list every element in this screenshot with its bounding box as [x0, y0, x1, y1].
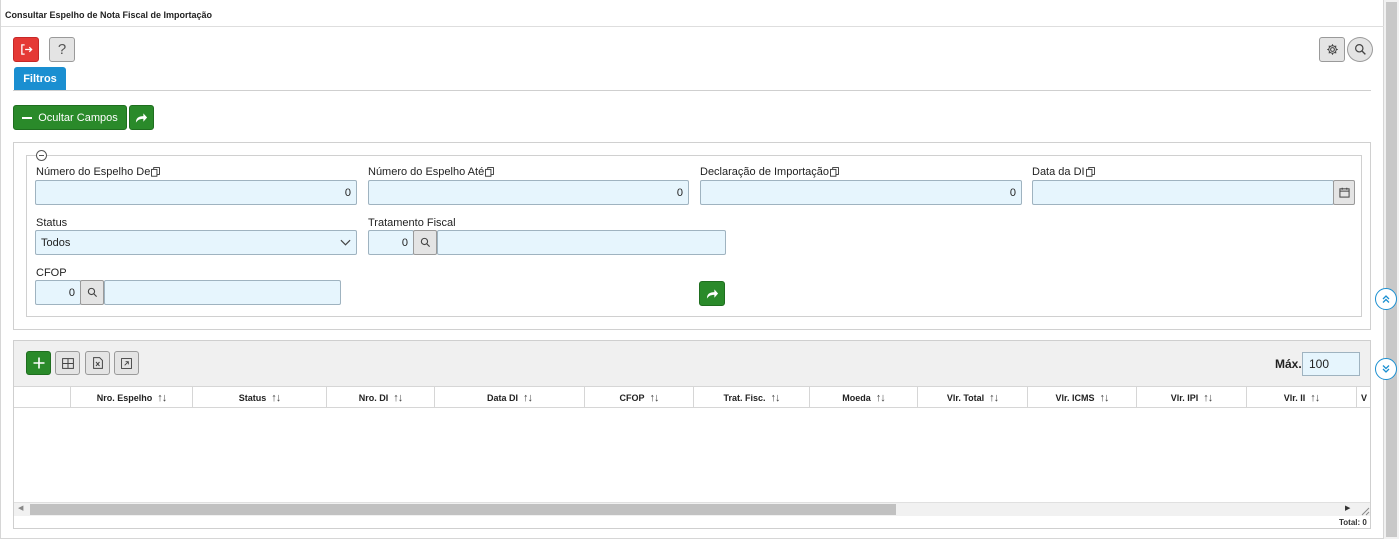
status-value: Todos	[41, 236, 71, 249]
sort-icon: ↑↓	[770, 391, 781, 404]
numero-espelho-ate-input[interactable]: 0	[368, 180, 689, 205]
copy-icon[interactable]	[151, 167, 161, 177]
tratamento-fiscal-search-button[interactable]	[413, 230, 437, 255]
column-header-moeda[interactable]: Moeda ↑↓	[810, 387, 918, 407]
cfop-search-button[interactable]	[80, 280, 104, 305]
column-header-vlr-icms[interactable]: Vlr. ICMS ↑↓	[1028, 387, 1137, 407]
horizontal-scroll-thumb[interactable]	[30, 504, 896, 515]
double-chevron-down-icon	[1382, 365, 1390, 373]
column-header-trat-fisc[interactable]: Trat. Fisc. ↑↓	[694, 387, 810, 407]
cfop-code-input[interactable]: 0	[35, 280, 81, 305]
column-header-nro-espelho[interactable]: Nro. Espelho ↑↓	[71, 387, 193, 407]
sort-icon: ↑↓	[393, 391, 403, 404]
export-excel-button[interactable]	[85, 351, 110, 375]
status-label: Status	[36, 217, 68, 229]
select-column-header	[14, 387, 71, 407]
sort-icon: ↑↓	[649, 391, 660, 404]
max-rows-input[interactable]: 100	[1302, 352, 1360, 376]
cfop-description[interactable]	[104, 280, 341, 305]
sort-icon: ↑↓	[271, 391, 281, 404]
tab-divider	[13, 90, 1371, 91]
grid-header: Nro. Espelho ↑↓ Status ↑↓ Nro. DI ↑↓ Data D…	[14, 387, 1370, 408]
title-divider	[1, 26, 1384, 27]
data-di-input[interactable]	[1032, 180, 1334, 205]
column-header-partial[interactable]: V	[1357, 387, 1370, 407]
grid-toolbar	[14, 341, 1370, 387]
cfop-label: CFOP	[36, 267, 67, 279]
tab-filtros[interactable]: Filtros	[14, 67, 66, 90]
numero-espelho-de-label: Número do Espelho De	[36, 166, 161, 178]
column-header-cfop[interactable]: CFOP ↑↓	[585, 387, 694, 407]
plus-icon	[33, 357, 44, 369]
scroll-bottom-button[interactable]	[1375, 358, 1397, 380]
column-header-vlr-total[interactable]: Vlr. Total ↑↓	[918, 387, 1028, 407]
double-chevron-up-icon	[1382, 295, 1390, 303]
help-button[interactable]: ?	[49, 37, 75, 62]
add-button[interactable]	[26, 351, 51, 375]
column-header-data-di[interactable]: Data DI ↑↓	[435, 387, 585, 407]
settings-button[interactable]	[1319, 37, 1345, 62]
sort-icon: ↑↓	[1099, 391, 1110, 404]
window-title: Consultar Espelho de Nota Fiscal de Impo…	[5, 10, 213, 20]
grid-columns-icon	[61, 357, 74, 369]
search-button[interactable]	[1347, 37, 1373, 62]
help-icon: ?	[57, 41, 67, 58]
declaracao-importacao-label: Declaração de Importação	[700, 166, 839, 178]
total-count: Total: 0	[1339, 518, 1367, 527]
columns-button[interactable]	[55, 351, 80, 375]
collapse-icon[interactable]	[36, 150, 47, 161]
gear-icon	[1326, 44, 1338, 55]
copy-icon[interactable]	[830, 167, 839, 177]
column-header-vlr-ii[interactable]: Vlr. II ↑↓	[1247, 387, 1357, 407]
share-arrow-icon	[706, 288, 718, 299]
sort-icon: ↑↓	[989, 391, 999, 404]
export-file-icon	[92, 357, 103, 369]
calendar-button[interactable]	[1333, 180, 1355, 205]
minus-icon	[22, 116, 33, 119]
resize-grip-icon[interactable]	[1361, 507, 1370, 516]
scroll-left-icon[interactable]: ◀	[18, 504, 23, 512]
tratamento-fiscal-description[interactable]	[437, 230, 726, 255]
page-scroll-thumb[interactable]	[1386, 2, 1397, 537]
sort-icon: ↑↓	[523, 391, 533, 404]
search-submit-button[interactable]	[699, 281, 725, 306]
tratamento-fiscal-label: Tratamento Fiscal	[368, 217, 456, 229]
declaracao-importacao-input[interactable]: 0	[700, 180, 1022, 205]
column-header-vlr-ipi[interactable]: Vlr. IPI ↑↓	[1137, 387, 1247, 407]
status-select[interactable]: Todos	[35, 230, 357, 255]
expand-icon	[121, 357, 132, 369]
search-icon	[420, 237, 430, 248]
tratamento-fiscal-code-input[interactable]: 0	[368, 230, 414, 255]
exit-button[interactable]	[13, 37, 39, 62]
copy-icon[interactable]	[1085, 167, 1095, 177]
scroll-right-icon[interactable]: ▶	[1345, 504, 1350, 512]
copy-icon[interactable]	[485, 167, 495, 177]
column-header-nro-di[interactable]: Nro. DI ↑↓	[327, 387, 435, 407]
apply-filter-button[interactable]	[129, 105, 154, 130]
hide-fields-button[interactable]: Ocultar Campos	[13, 105, 127, 130]
sort-icon: ↑↓	[157, 391, 167, 404]
sort-icon: ↑↓	[1203, 391, 1213, 404]
sort-icon: ↑↓	[1310, 391, 1320, 404]
numero-espelho-de-input[interactable]: 0	[35, 180, 357, 205]
expand-button[interactable]	[114, 351, 139, 375]
column-header-status[interactable]: Status ↑↓	[193, 387, 327, 407]
calendar-icon	[1338, 187, 1350, 198]
numero-espelho-ate-label: Número do Espelho Até	[368, 166, 495, 178]
share-arrow-icon	[135, 112, 148, 123]
chevron-down-icon	[340, 239, 351, 246]
search-icon	[1354, 44, 1366, 55]
max-label: Máx.	[1275, 357, 1302, 371]
data-di-label: Data da DI	[1032, 166, 1095, 178]
sort-icon: ↑↓	[875, 391, 886, 404]
search-icon	[87, 287, 97, 298]
exit-icon	[20, 44, 33, 55]
hide-fields-label: Ocultar Campos	[38, 111, 118, 124]
scroll-top-button[interactable]	[1375, 288, 1397, 310]
